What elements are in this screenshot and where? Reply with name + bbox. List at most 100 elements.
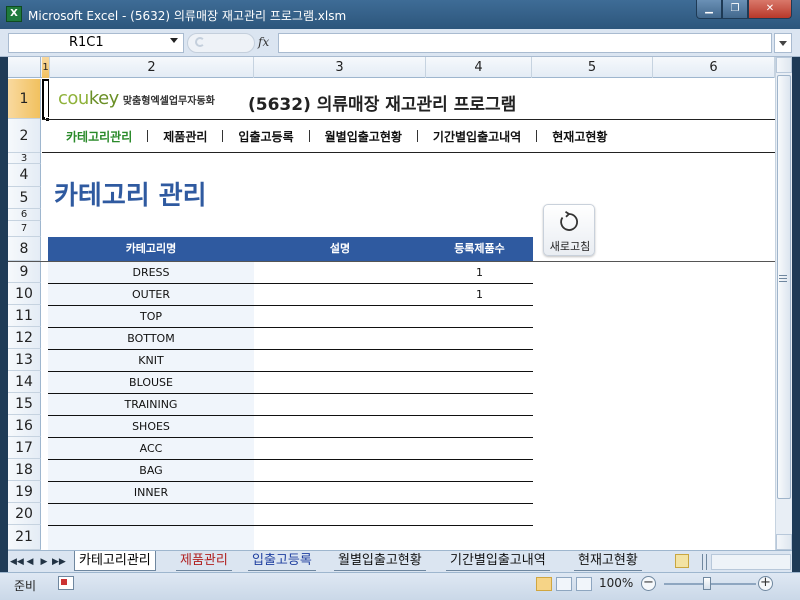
column-header[interactable]: 5	[532, 57, 653, 78]
restore-button[interactable]: ❐	[722, 0, 748, 19]
count-cell[interactable]	[426, 438, 533, 460]
nav-category[interactable]: 카테고리관리	[66, 128, 132, 145]
description-cell[interactable]	[254, 262, 426, 284]
row-header[interactable]: 21	[8, 525, 41, 550]
count-cell[interactable]: 1	[426, 284, 533, 306]
count-cell[interactable]	[426, 328, 533, 350]
page-break-view-icon[interactable]	[576, 577, 592, 591]
category-cell[interactable]: BLOUSE	[48, 372, 254, 394]
count-cell[interactable]	[426, 526, 533, 548]
nav-stock-entry[interactable]: 입출고등록	[238, 128, 293, 145]
excel-app-icon[interactable]: X	[6, 6, 22, 22]
category-cell[interactable]: DRESS	[48, 262, 254, 284]
row-header[interactable]: 5	[8, 187, 41, 209]
horizontal-scrollbar[interactable]	[711, 554, 791, 570]
normal-view-icon[interactable]	[536, 577, 552, 591]
count-cell[interactable]	[426, 394, 533, 416]
row-header[interactable]: 19	[8, 481, 41, 503]
description-cell[interactable]	[254, 504, 426, 526]
row-header[interactable]: 6	[8, 209, 41, 221]
row-header[interactable]: 14	[8, 371, 41, 393]
select-all-corner[interactable]	[8, 57, 41, 78]
count-cell[interactable]	[426, 416, 533, 438]
formula-input[interactable]	[278, 33, 772, 53]
nav-monthly-status[interactable]: 월별입출고현황	[325, 128, 402, 145]
zoom-level[interactable]: 100%	[599, 576, 633, 590]
name-box[interactable]: R1C1	[8, 33, 184, 53]
first-sheet-icon[interactable]: ◀◀	[10, 555, 24, 569]
scroll-down-button[interactable]	[776, 534, 792, 550]
row-header[interactable]: 4	[8, 164, 41, 187]
scroll-up-button[interactable]	[776, 57, 792, 73]
row-header[interactable]: 9	[8, 261, 41, 283]
category-cell[interactable]: OUTER	[48, 284, 254, 306]
insert-sheet-icon[interactable]	[675, 554, 689, 568]
refresh-button[interactable]: 새로고침	[543, 204, 595, 256]
row-header[interactable]: 16	[8, 415, 41, 437]
tab-split-handle[interactable]	[702, 554, 707, 570]
row-header[interactable]: 17	[8, 437, 41, 459]
description-cell[interactable]	[254, 438, 426, 460]
description-cell[interactable]	[254, 416, 426, 438]
scroll-thumb[interactable]	[777, 75, 791, 499]
row-header[interactable]: 18	[8, 459, 41, 481]
count-cell[interactable]	[426, 350, 533, 372]
sheet-tab-monthly[interactable]: 월별입출고현황	[334, 551, 426, 571]
category-cell[interactable]: SHOES	[48, 416, 254, 438]
expand-formula-bar-button[interactable]	[774, 33, 792, 53]
description-cell[interactable]	[254, 372, 426, 394]
last-sheet-icon[interactable]: ▶▶	[52, 555, 66, 569]
prev-sheet-icon[interactable]: ◀	[24, 555, 36, 569]
count-cell[interactable]	[426, 372, 533, 394]
description-cell[interactable]	[254, 350, 426, 372]
column-header[interactable]: 2	[50, 57, 254, 78]
category-cell[interactable]: TRAINING	[48, 394, 254, 416]
count-cell[interactable]	[426, 306, 533, 328]
row-header[interactable]: 7	[8, 221, 41, 237]
description-cell[interactable]	[254, 328, 426, 350]
sheet-tab-period[interactable]: 기간별입출고내역	[446, 551, 550, 571]
macro-record-icon[interactable]	[58, 576, 74, 590]
description-cell[interactable]	[254, 394, 426, 416]
count-cell[interactable]	[426, 460, 533, 482]
row-header[interactable]: 10	[8, 283, 41, 305]
row-header[interactable]: 3	[8, 153, 41, 164]
description-cell[interactable]	[254, 482, 426, 504]
nav-current-stock[interactable]: 현재고현황	[552, 128, 607, 145]
category-cell[interactable]	[48, 504, 254, 526]
chevron-down-icon[interactable]	[170, 38, 178, 43]
vertical-scrollbar[interactable]	[775, 57, 792, 550]
sheet-tab-current-stock[interactable]: 현재고현황	[574, 551, 642, 571]
row-header[interactable]: 2	[8, 119, 41, 153]
zoom-in-icon[interactable]: +	[758, 576, 773, 591]
sheet-tab-products[interactable]: 제품관리	[176, 551, 232, 571]
insert-function-icon[interactable]: fx	[258, 35, 269, 49]
category-cell[interactable]: ACC	[48, 438, 254, 460]
close-button[interactable]: ✕	[748, 0, 792, 19]
description-cell[interactable]	[254, 460, 426, 482]
zoom-slider-thumb[interactable]	[703, 577, 711, 590]
column-header[interactable]: 4	[426, 57, 532, 78]
category-cell[interactable]: BAG	[48, 460, 254, 482]
row-header[interactable]: 11	[8, 305, 41, 327]
column-header[interactable]: 3	[254, 57, 426, 78]
description-cell[interactable]	[254, 306, 426, 328]
description-cell[interactable]	[254, 284, 426, 306]
row-header[interactable]: 20	[8, 503, 41, 525]
worksheet-grid[interactable]: 1 2 3 4 5 6 1 2 3 4 5 6 7 8 9 10 11 12 1…	[8, 57, 792, 550]
row-header[interactable]: 13	[8, 349, 41, 371]
row-header[interactable]: 8	[8, 237, 41, 261]
nav-period-history[interactable]: 기간별입출고내역	[433, 128, 521, 145]
column-header[interactable]: 1	[42, 57, 50, 78]
row-header[interactable]: 15	[8, 393, 41, 415]
next-sheet-icon[interactable]: ▶	[38, 555, 50, 569]
category-cell[interactable]: TOP	[48, 306, 254, 328]
category-cell[interactable]: KNIT	[48, 350, 254, 372]
count-cell[interactable]	[426, 482, 533, 504]
category-cell[interactable]: BOTTOM	[48, 328, 254, 350]
row-header[interactable]: 1	[8, 79, 41, 119]
row-header[interactable]: 12	[8, 327, 41, 349]
count-cell[interactable]: 1	[426, 262, 533, 284]
category-cell[interactable]	[48, 526, 254, 548]
nav-products[interactable]: 제품관리	[163, 128, 207, 145]
